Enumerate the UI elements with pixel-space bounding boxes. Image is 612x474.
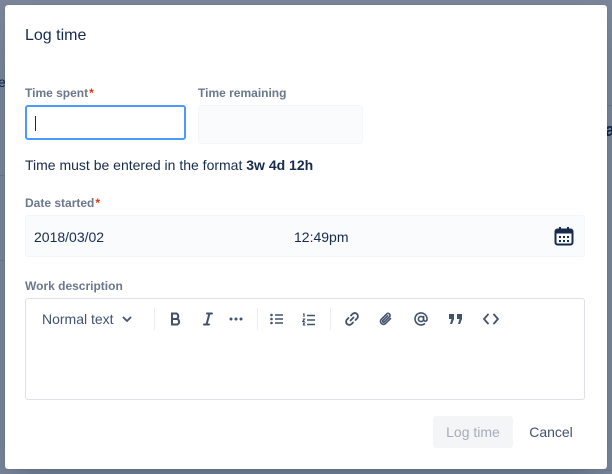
date-started-label-text: Date started	[25, 196, 95, 210]
time-remaining-input[interactable]	[198, 105, 363, 144]
date-started-label: Date started*	[25, 195, 100, 211]
editor-content[interactable]	[26, 341, 584, 399]
required-asterisk: *	[89, 86, 94, 100]
more-formatting-button[interactable]	[224, 307, 248, 331]
time-field[interactable]: 12:49pm	[294, 229, 348, 245]
toolbar-separator	[257, 308, 258, 330]
link-icon	[344, 311, 360, 327]
attachment-button[interactable]	[374, 307, 398, 331]
time-spent-label-text: Time spent	[25, 86, 89, 100]
time-remaining-label: Time remaining	[198, 86, 287, 100]
more-icon	[229, 317, 243, 321]
numbered-list-button[interactable]	[297, 307, 321, 331]
format-hint: Time must be entered in the format 3w 4d…	[25, 157, 313, 173]
link-button[interactable]	[340, 307, 364, 331]
bold-icon	[169, 312, 183, 326]
mention-icon	[413, 311, 429, 327]
time-spent-input[interactable]	[25, 105, 186, 140]
dialog-title: Log time	[25, 27, 87, 44]
text-caret	[35, 116, 36, 131]
attachment-icon	[378, 311, 394, 327]
italic-button[interactable]	[196, 307, 220, 331]
log-time-dialog: Log time Time spent* Time remaining Time…	[5, 5, 607, 469]
format-hint-example: 3w 4d 12h	[246, 157, 314, 173]
chevron-down-icon	[122, 314, 132, 324]
toolbar-separator	[154, 308, 155, 330]
text-style-label: Normal text	[42, 311, 114, 327]
italic-icon	[201, 312, 215, 326]
bullet-list-button[interactable]	[265, 307, 289, 331]
work-description-editor[interactable]: Normal text	[25, 298, 585, 400]
bold-button[interactable]	[164, 307, 188, 331]
calendar-icon[interactable]	[554, 226, 574, 246]
numbered-list-icon	[302, 312, 316, 326]
time-spent-label: Time spent*	[25, 85, 94, 101]
editor-toolbar: Normal text	[26, 299, 584, 339]
text-style-dropdown[interactable]: Normal text	[36, 307, 142, 331]
date-time-picker[interactable]: 2018/03/02 12:49pm	[25, 215, 585, 257]
date-field[interactable]: 2018/03/02	[34, 229, 104, 245]
quote-icon	[448, 312, 464, 326]
log-time-button[interactable]: Log time	[433, 416, 513, 448]
format-hint-text: Time must be entered in the format	[25, 157, 247, 173]
bullet-list-icon	[270, 313, 284, 325]
cancel-button[interactable]: Cancel	[519, 416, 583, 448]
required-asterisk: *	[95, 196, 101, 210]
toolbar-separator	[330, 308, 331, 330]
code-icon	[483, 313, 499, 325]
mention-button[interactable]	[409, 307, 433, 331]
code-button[interactable]	[479, 307, 503, 331]
quote-button[interactable]	[444, 307, 468, 331]
work-description-label: Work description	[25, 279, 123, 293]
